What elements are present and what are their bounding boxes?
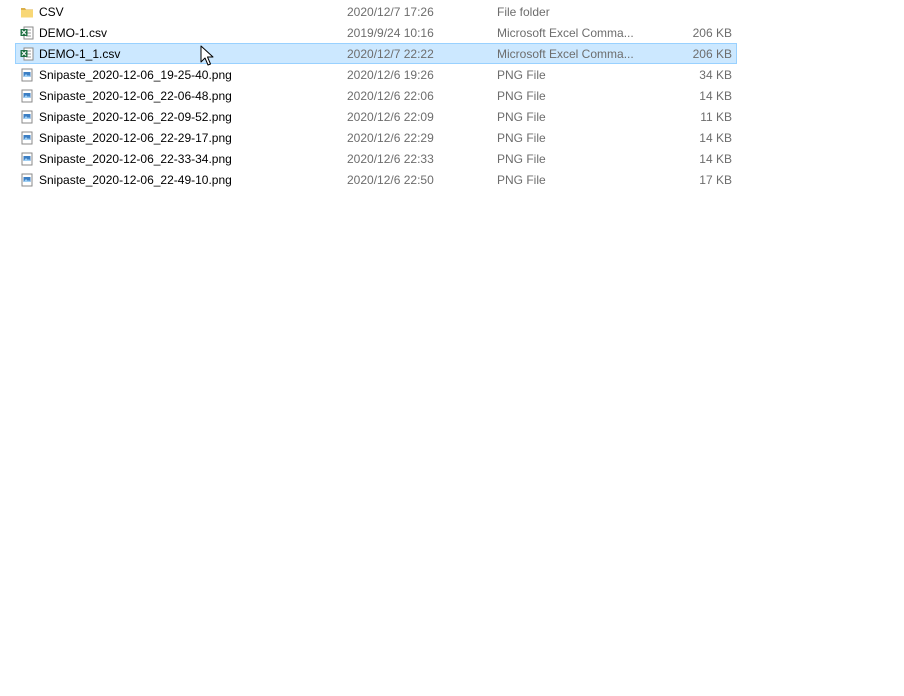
file-type: Microsoft Excel Comma... xyxy=(497,47,634,61)
file-row-snipaste-19-25-40[interactable]: Snipaste_2020-12-06_19-25-40.png 2020/12… xyxy=(15,64,737,85)
file-size: 17 KB xyxy=(699,173,732,187)
file-size: 206 KB xyxy=(692,26,732,40)
png-image-icon xyxy=(20,89,34,103)
file-date-modified: 2019/9/24 10:16 xyxy=(347,26,434,40)
file-row-snipaste-22-33-34[interactable]: Snipaste_2020-12-06_22-33-34.png 2020/12… xyxy=(15,148,737,169)
file-type: PNG File xyxy=(497,68,546,82)
file-size: 14 KB xyxy=(699,89,732,103)
file-name: Snipaste_2020-12-06_22-49-10.png xyxy=(39,173,232,187)
folder-icon xyxy=(20,5,34,19)
png-image-icon xyxy=(20,110,34,124)
file-date-modified: 2020/12/6 22:29 xyxy=(347,131,434,145)
file-name: Snipaste_2020-12-06_19-25-40.png xyxy=(39,68,232,82)
file-date-modified: 2020/12/6 22:33 xyxy=(347,152,434,166)
file-date-modified: 2020/12/7 22:22 xyxy=(347,47,434,61)
file-name: Snipaste_2020-12-06_22-29-17.png xyxy=(39,131,232,145)
file-type: File folder xyxy=(497,5,550,19)
png-image-icon xyxy=(20,131,34,145)
png-image-icon xyxy=(20,68,34,82)
png-image-icon xyxy=(20,152,34,166)
file-name: Snipaste_2020-12-06_22-09-52.png xyxy=(39,110,232,124)
file-date-modified: 2020/12/6 22:06 xyxy=(347,89,434,103)
file-size: 34 KB xyxy=(699,68,732,82)
file-row-snipaste-22-09-52[interactable]: Snipaste_2020-12-06_22-09-52.png 2020/12… xyxy=(15,106,737,127)
file-row-snipaste-22-49-10[interactable]: Snipaste_2020-12-06_22-49-10.png 2020/12… xyxy=(15,169,737,190)
file-list: CSV 2020/12/7 17:26 File folder DEMO-1.c… xyxy=(15,1,737,190)
file-type: PNG File xyxy=(497,152,546,166)
excel-csv-icon xyxy=(20,26,34,40)
png-image-icon xyxy=(20,173,34,187)
mouse-pointer-icon xyxy=(200,45,214,67)
file-size: 11 KB xyxy=(700,110,732,124)
file-date-modified: 2020/12/7 17:26 xyxy=(347,5,434,19)
file-type: PNG File xyxy=(497,110,546,124)
file-row-snipaste-22-06-48[interactable]: Snipaste_2020-12-06_22-06-48.png 2020/12… xyxy=(15,85,737,106)
file-name: DEMO-1.csv xyxy=(39,26,108,40)
file-row-demo-1-1-csv[interactable]: DEMO-1_1.csv 2020/12/7 22:22 Microsoft E… xyxy=(15,43,737,64)
file-row-csv-folder[interactable]: CSV 2020/12/7 17:26 File folder xyxy=(15,1,737,22)
file-date-modified: 2020/12/6 19:26 xyxy=(347,68,434,82)
file-name: Snipaste_2020-12-06_22-06-48.png xyxy=(39,89,232,103)
file-date-modified: 2020/12/6 22:09 xyxy=(347,110,434,124)
file-name: DEMO-1_1.csv xyxy=(39,47,121,61)
excel-csv-icon xyxy=(20,47,34,61)
file-size: 14 KB xyxy=(699,152,732,166)
file-name: Snipaste_2020-12-06_22-33-34.png xyxy=(39,152,232,166)
file-type: PNG File xyxy=(497,89,546,103)
file-row-snipaste-22-29-17[interactable]: Snipaste_2020-12-06_22-29-17.png 2020/12… xyxy=(15,127,737,148)
file-size: 14 KB xyxy=(699,131,732,145)
file-row-demo-1-csv[interactable]: DEMO-1.csv 2019/9/24 10:16 Microsoft Exc… xyxy=(15,22,737,43)
file-name: CSV xyxy=(39,5,64,19)
file-type: Microsoft Excel Comma... xyxy=(497,26,634,40)
file-type: PNG File xyxy=(497,173,546,187)
file-size: 206 KB xyxy=(692,47,732,61)
file-date-modified: 2020/12/6 22:50 xyxy=(347,173,434,187)
file-type: PNG File xyxy=(497,131,546,145)
